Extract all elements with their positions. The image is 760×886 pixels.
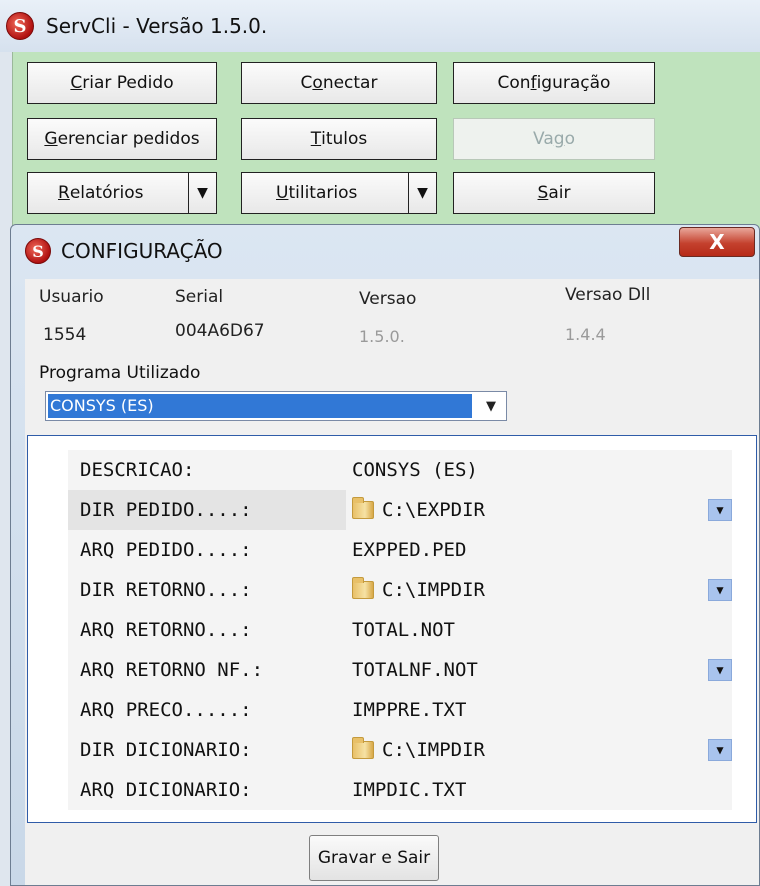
config-key: ARQ PRECO.....: — [80, 699, 252, 721]
sair-button[interactable]: Sair — [453, 172, 655, 214]
button-accelerator: g — [553, 129, 565, 149]
program-label: Programa Utilizado — [39, 363, 201, 383]
button-accelerator: o — [312, 73, 323, 93]
serial-value: 004A6D67 — [175, 321, 265, 341]
versao-dll-label: Versao Dll — [565, 285, 651, 305]
vago-button[interactable]: Va g o — [453, 118, 655, 160]
gerenciar-pedidos-button[interactable]: Gerenciar pedidos — [27, 118, 217, 160]
config-key: DIR PEDIDO....: — [68, 490, 346, 530]
versao-value: 1.5.0. — [359, 327, 405, 346]
window-title: ServCli - Versão 1.5.0. — [46, 14, 268, 38]
config-value[interactable]: TOTALNF.NOT — [352, 650, 478, 690]
versao-label: Versao — [359, 289, 417, 309]
button-label: itulos — [321, 129, 368, 149]
config-dialog: S CONFIGURAÇÃO X Usuario Serial Versao V… — [10, 224, 760, 886]
button-label: Con — [497, 73, 531, 93]
dialog-title: CONFIGURAÇÃO — [61, 239, 223, 263]
config-value[interactable]: IMPDIC.TXT — [352, 770, 466, 810]
config-key: DESCRICAO: — [80, 459, 195, 481]
button-label: nectar — [322, 73, 378, 93]
chevron-down-icon[interactable]: ▼ — [708, 499, 732, 521]
close-icon: X — [709, 230, 725, 254]
config-value[interactable]: CONSYS (ES) — [352, 450, 478, 490]
button-label: o — [564, 129, 575, 149]
config-row: ARQ PRECO.....: IMPPRE.TXT — [68, 690, 732, 730]
button-accelerator: U — [276, 183, 289, 203]
dialog-titlebar: S CONFIGURAÇÃO X — [11, 225, 759, 277]
config-panel: DESCRICAO: CONSYS (ES) DIR PEDIDO....: C… — [27, 435, 757, 823]
close-button[interactable]: X — [679, 227, 755, 257]
button-label: Va — [533, 129, 554, 149]
config-value[interactable]: EXPPED.PED — [352, 530, 466, 570]
relatorios-split-button[interactable]: Relatórios ▼ — [27, 172, 217, 214]
config-value[interactable]: C:\EXPDIR — [382, 490, 485, 530]
utilitarios-dropdown-arrow-icon[interactable]: ▼ — [408, 173, 436, 213]
save-button-label: Gravar e Sair — [317, 848, 431, 868]
dialog-body: Usuario Serial Versao Versao Dll 1554 00… — [25, 279, 759, 885]
versao-dll-value: 1.4.4 — [565, 325, 606, 344]
config-row: ARQ PEDIDO....: EXPPED.PED — [68, 530, 732, 570]
program-select[interactable]: CONSYS (ES) ▼ — [45, 391, 507, 421]
serial-label: Serial — [175, 287, 224, 307]
conectar-button[interactable]: Co nectar — [241, 62, 437, 104]
relatorios-dropdown-arrow-icon[interactable]: ▼ — [188, 173, 216, 213]
servcli-logo-icon: S — [25, 238, 51, 264]
config-row: DIR PEDIDO....: C:\EXPDIR ▼ — [68, 490, 732, 530]
program-select-value: CONSYS (ES) — [48, 394, 472, 418]
button-label: air — [548, 183, 571, 203]
config-value[interactable]: IMPPRE.TXT — [352, 690, 466, 730]
titulos-button[interactable]: Titulos — [241, 118, 437, 160]
config-value[interactable]: C:\IMPDIR — [382, 730, 485, 770]
main-titlebar: S ServCli - Versão 1.5.0. — [0, 0, 760, 52]
config-value[interactable]: C:\IMPDIR — [382, 570, 485, 610]
button-label: iguração — [536, 73, 611, 93]
config-grid: DESCRICAO: CONSYS (ES) DIR PEDIDO....: C… — [68, 450, 732, 810]
config-key: ARQ RETORNO NF.: — [80, 659, 264, 681]
chevron-down-icon[interactable]: ▼ — [708, 579, 732, 601]
config-key: ARQ PEDIDO....: — [80, 539, 252, 561]
config-row: DIR RETORNO...: C:\IMPDIR ▼ — [68, 570, 732, 610]
button-accelerator: S — [537, 183, 549, 203]
usuario-value: 1554 — [43, 325, 87, 345]
chevron-down-icon[interactable]: ▼ — [708, 739, 732, 761]
config-row: DESCRICAO: CONSYS (ES) — [68, 450, 732, 490]
folder-icon — [352, 737, 374, 759]
config-key: ARQ RETORNO...: — [80, 619, 252, 641]
config-value[interactable]: TOTAL.NOT — [352, 610, 455, 650]
configuracao-button[interactable]: Con f iguração — [453, 62, 655, 104]
button-label: C — [300, 73, 313, 93]
config-row: DIR DICIONARIO: C:\IMPDIR ▼ — [68, 730, 732, 770]
config-key: DIR DICIONARIO: — [80, 739, 252, 761]
button-accelerator: C — [70, 73, 83, 93]
folder-icon — [352, 577, 374, 599]
button-label: tilitarios — [288, 183, 358, 203]
button-accelerator: T — [310, 129, 322, 149]
config-key: DIR RETORNO...: — [80, 579, 252, 601]
usuario-label: Usuario — [39, 287, 104, 307]
button-panel: Criar Pedido Co nectar Con f iguração Geren… — [12, 52, 760, 230]
button-label: riar Pedido — [82, 73, 174, 93]
save-button[interactable]: Gravar e Sair — [309, 835, 439, 881]
button-label: erenciar pedidos — [57, 129, 200, 149]
button-label: elatórios — [69, 183, 144, 203]
chevron-down-icon[interactable]: ▼ — [708, 659, 732, 681]
utilitarios-split-button[interactable]: Utilitarios ▼ — [241, 172, 437, 214]
servcli-logo-icon: S — [6, 12, 34, 40]
criar-pedido-button[interactable]: Criar Pedido — [27, 62, 217, 104]
button-accelerator: G — [44, 129, 58, 149]
config-row: ARQ DICIONARIO: IMPDIC.TXT — [68, 770, 732, 810]
chevron-down-icon[interactable]: ▼ — [476, 392, 506, 420]
main-window: S ServCli - Versão 1.5.0. Criar Pedido C… — [0, 0, 760, 886]
button-accelerator: R — [58, 183, 70, 203]
folder-icon — [352, 497, 374, 519]
config-row: ARQ RETORNO...: TOTAL.NOT — [68, 610, 732, 650]
config-key: ARQ DICIONARIO: — [80, 779, 252, 801]
config-row: ARQ RETORNO NF.: TOTALNF.NOT ▼ — [68, 650, 732, 690]
